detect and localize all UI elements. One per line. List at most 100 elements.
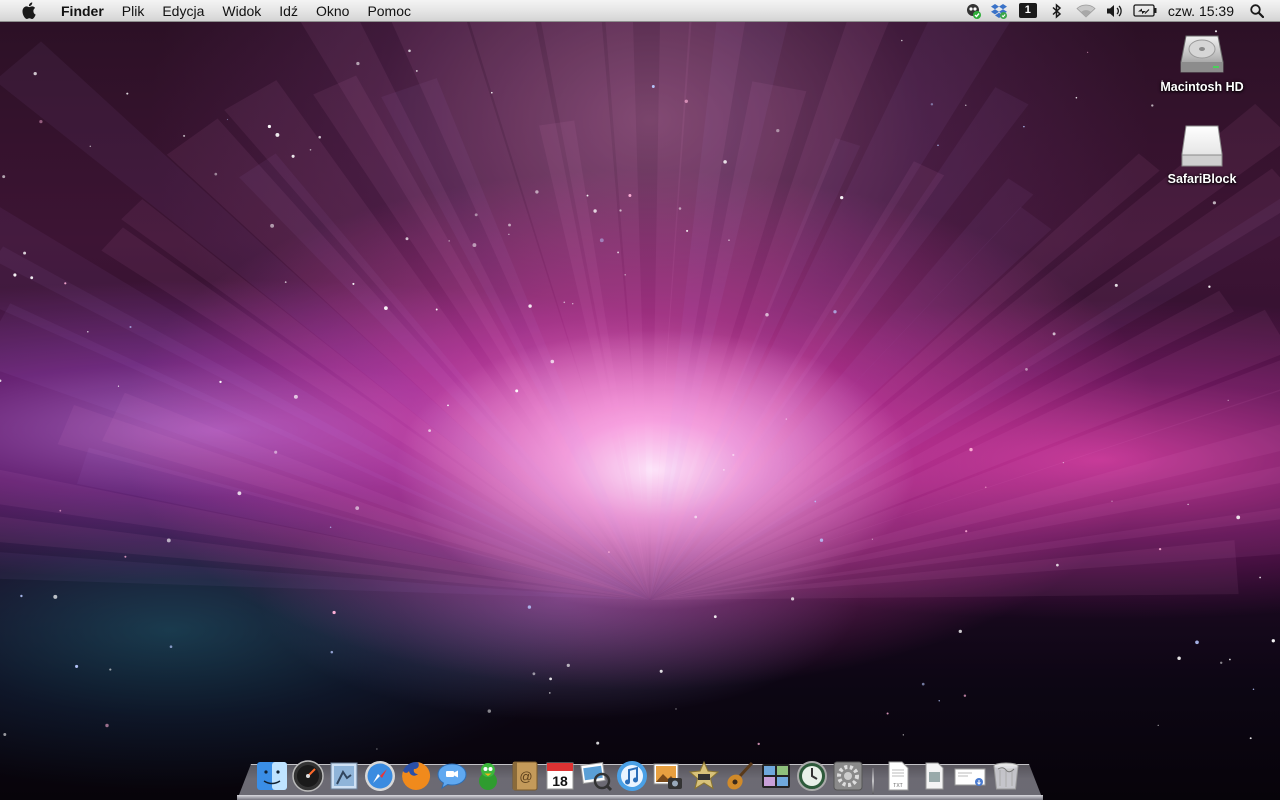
star — [969, 447, 973, 452]
star — [651, 85, 655, 88]
star — [415, 69, 418, 72]
dock-ical[interactable]: 18 — [542, 758, 578, 794]
star — [183, 134, 186, 137]
app-menu-finder[interactable]: Finder — [52, 0, 113, 22]
star — [886, 712, 889, 715]
star — [566, 663, 570, 668]
desktop-wallpaper — [0, 0, 1280, 800]
ichat-icon — [437, 763, 467, 790]
menu-okno[interactable]: Okno — [307, 0, 358, 22]
dock-preview[interactable] — [578, 758, 614, 794]
star — [1056, 563, 1059, 567]
star — [284, 281, 287, 283]
dock-imovie[interactable] — [686, 758, 722, 794]
star — [2, 175, 6, 179]
preview-icon — [580, 761, 612, 792]
dock-separator — [866, 758, 880, 794]
aurora-rays — [0, 0, 1280, 750]
menu-edycja[interactable]: Edycja — [153, 0, 213, 22]
menu-widok[interactable]: Widok — [213, 0, 270, 22]
star — [355, 506, 360, 510]
star — [624, 274, 626, 276]
desktop-icon-safariblock[interactable]: SafariBlock — [1147, 122, 1257, 188]
dock-safari[interactable] — [362, 758, 398, 794]
star — [1212, 201, 1217, 205]
time-machine-icon — [797, 761, 827, 791]
star — [607, 551, 610, 554]
dock-firefox[interactable] — [398, 758, 434, 794]
dock-itunes[interactable] — [614, 758, 650, 794]
star — [686, 229, 689, 232]
desktop-icon-macintosh-hd[interactable]: Macintosh HD — [1147, 30, 1257, 96]
star — [930, 103, 934, 106]
battery-icon[interactable] — [1128, 0, 1162, 22]
star — [109, 668, 112, 671]
star — [13, 273, 17, 277]
desktop-icon-label: SafariBlock — [1167, 172, 1237, 186]
star — [958, 629, 962, 634]
star — [1052, 332, 1056, 336]
star — [937, 144, 939, 147]
dropbox-icon[interactable] — [986, 0, 1012, 22]
star — [329, 526, 332, 528]
star — [214, 172, 218, 176]
star — [1062, 461, 1065, 464]
star — [757, 742, 760, 746]
dock-ichat[interactable] — [434, 758, 470, 794]
finder-icon — [257, 762, 287, 790]
star — [33, 71, 37, 76]
star — [678, 207, 682, 210]
star — [963, 694, 967, 697]
menu-pomoc[interactable]: Pomoc — [358, 0, 420, 22]
dock-garageband[interactable] — [722, 758, 758, 794]
star — [275, 132, 280, 137]
dock-mail[interactable] — [326, 758, 362, 794]
dock-dashboard[interactable] — [290, 758, 326, 794]
wifi-icon[interactable] — [1070, 0, 1102, 22]
star — [126, 92, 129, 95]
star — [785, 418, 787, 420]
dock-downloads-stack[interactable] — [952, 758, 988, 794]
dock-adium[interactable] — [470, 758, 506, 794]
garageband-icon — [727, 761, 754, 790]
dock-system-preferences[interactable] — [830, 758, 866, 794]
star — [819, 538, 824, 542]
apple-icon[interactable] — [18, 0, 40, 22]
star — [474, 213, 478, 217]
spaces-icon[interactable]: 1 — [1012, 0, 1044, 22]
bluetooth-icon[interactable] — [1044, 0, 1070, 22]
star — [921, 682, 925, 686]
spotlight-search-icon[interactable] — [1244, 0, 1270, 22]
star — [1111, 500, 1113, 502]
star — [628, 194, 632, 197]
star — [20, 594, 23, 598]
menu-bar-clock[interactable]: czw. 15:39 — [1162, 3, 1244, 19]
disk-image-icon — [1181, 125, 1223, 167]
star — [291, 154, 295, 158]
menu-idz[interactable]: Idź — [270, 0, 307, 22]
star — [166, 538, 171, 543]
dock-spaces[interactable] — [758, 758, 794, 794]
dock-documents-stack[interactable] — [916, 758, 952, 794]
dock-text-document[interactable]: TXT — [880, 758, 916, 794]
ical-icon: 18 — [546, 762, 574, 790]
adium-icon[interactable] — [960, 0, 986, 22]
dock-trash[interactable] — [988, 758, 1024, 794]
star — [0, 379, 2, 383]
star — [833, 310, 837, 314]
volume-icon[interactable] — [1102, 0, 1128, 22]
star — [30, 276, 34, 280]
star — [965, 104, 967, 106]
menu-bar: Finder Plik Edycja Widok Idź Okno Pomoc … — [0, 0, 1280, 22]
menu-plik[interactable]: Plik — [113, 0, 154, 22]
documents-stack-icon — [925, 762, 944, 790]
dock-address-book[interactable]: @ — [506, 758, 542, 794]
star — [508, 223, 511, 227]
dock-finder[interactable] — [254, 758, 290, 794]
mail-icon — [330, 762, 358, 790]
dock-iphoto[interactable] — [650, 758, 686, 794]
star — [508, 233, 510, 235]
dock-time-machine[interactable] — [794, 758, 830, 794]
firefox-icon — [402, 761, 431, 790]
star — [356, 61, 360, 66]
